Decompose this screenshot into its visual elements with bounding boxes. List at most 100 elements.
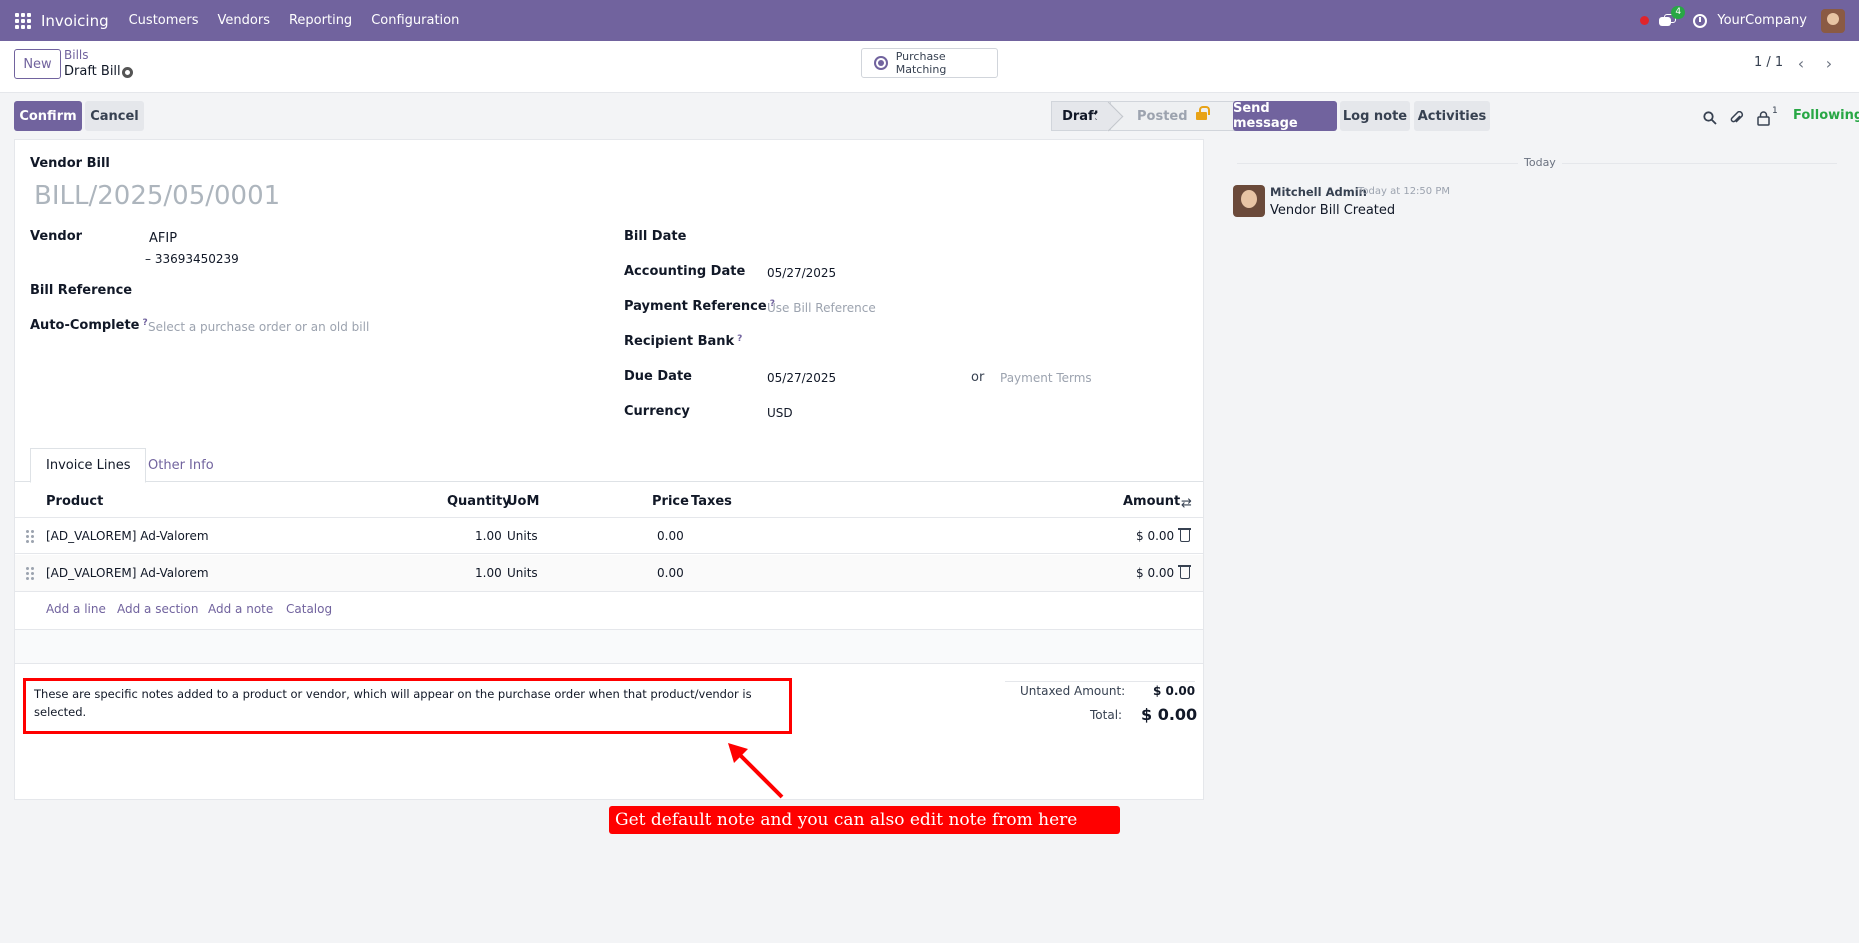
column-amount[interactable]: Amount bbox=[1123, 494, 1180, 509]
currency-field[interactable]: USD bbox=[767, 406, 793, 420]
form-sheet: Vendor Bill BILL/2025/05/0001 Vendor AFI… bbox=[14, 139, 1204, 800]
search-icon[interactable] bbox=[1703, 111, 1717, 125]
followers-lock-icon[interactable] bbox=[1757, 111, 1770, 126]
bill-name: BILL/2025/05/0001 bbox=[34, 181, 281, 211]
annotation-arrow-icon bbox=[728, 743, 784, 799]
add-note-link[interactable]: Add a note bbox=[208, 602, 273, 616]
tab-invoice-lines[interactable]: Invoice Lines bbox=[30, 448, 147, 483]
vendor-vat: – 33693450239 bbox=[145, 252, 239, 266]
follower-count: 1 bbox=[1772, 106, 1778, 116]
list-footer bbox=[15, 629, 1203, 664]
column-quantity[interactable]: Quantity bbox=[447, 494, 511, 509]
payment-terms-input[interactable]: Payment Terms bbox=[1000, 371, 1092, 385]
app-name[interactable]: Invoicing bbox=[41, 12, 109, 30]
accounting-date-field[interactable]: 05/27/2025 bbox=[767, 266, 836, 280]
row-product[interactable]: [AD_VALOREM] Ad-Valorem bbox=[46, 566, 209, 580]
purchase-matching-button[interactable]: Purchase Matching bbox=[861, 48, 998, 78]
catalog-link[interactable]: Catalog bbox=[286, 602, 332, 616]
user-avatar[interactable] bbox=[1821, 8, 1845, 33]
gear-icon[interactable] bbox=[122, 67, 133, 78]
row-uom[interactable]: Units bbox=[507, 529, 538, 543]
drag-handle-icon[interactable] bbox=[26, 530, 34, 543]
menu-configuration[interactable]: Configuration bbox=[371, 13, 459, 28]
top-navbar: Invoicing Customers Vendors Reporting Co… bbox=[0, 0, 1859, 41]
control-panel: New Bills Draft Bill Purchase Matching 1… bbox=[0, 41, 1859, 93]
cancel-button[interactable]: Cancel bbox=[85, 101, 144, 131]
apps-menu-icon[interactable] bbox=[15, 12, 31, 29]
status-draft[interactable]: Draft bbox=[1051, 101, 1111, 131]
paperclip-icon[interactable] bbox=[1730, 111, 1744, 126]
total-value: $ 0.00 bbox=[1141, 705, 1198, 724]
add-line-link[interactable]: Add a line bbox=[46, 602, 106, 616]
activities-button[interactable]: Activities bbox=[1414, 101, 1490, 131]
pager-next-icon[interactable]: › bbox=[1816, 50, 1842, 76]
avatar[interactable] bbox=[1233, 185, 1265, 217]
message-body: Vendor Bill Created bbox=[1270, 203, 1396, 218]
activities-clock-icon[interactable] bbox=[1693, 13, 1708, 28]
help-icon[interactable]: ? bbox=[737, 334, 742, 344]
due-date-label: Due Date bbox=[624, 369, 692, 384]
totals-divider bbox=[1005, 681, 1195, 682]
menu-vendors[interactable]: Vendors bbox=[218, 13, 270, 28]
target-icon bbox=[874, 56, 888, 70]
optional-columns-icon[interactable]: ⇄ bbox=[1181, 496, 1195, 511]
message-author[interactable]: Mitchell Admin bbox=[1270, 185, 1367, 199]
messages-icon[interactable]: 4 bbox=[1659, 5, 1686, 28]
payment-reference-input[interactable]: Use Bill Reference bbox=[767, 301, 876, 315]
message-timestamp: Today at 12:50 PM bbox=[1358, 186, 1450, 197]
purchase-matching-label: Purchase Matching bbox=[895, 50, 947, 76]
row-amount: $ 0.00 bbox=[1136, 566, 1175, 580]
company-switcher[interactable]: YourCompany bbox=[1717, 13, 1807, 28]
currency-label: Currency bbox=[624, 404, 690, 419]
row-price[interactable]: 0.00 bbox=[657, 529, 684, 543]
menu-customers[interactable]: Customers bbox=[129, 13, 199, 28]
messages-count-badge: 4 bbox=[1671, 5, 1686, 19]
row-amount: $ 0.00 bbox=[1136, 529, 1175, 543]
vendor-field[interactable]: AFIP bbox=[149, 231, 177, 246]
recipient-bank-label: Recipient Bank? bbox=[624, 334, 743, 349]
row-quantity[interactable]: 1.00 bbox=[475, 566, 502, 580]
confirm-button[interactable]: Confirm bbox=[14, 101, 82, 131]
column-taxes[interactable]: Taxes bbox=[691, 494, 732, 509]
following-button[interactable]: Following bbox=[1793, 108, 1859, 123]
row-price[interactable]: 0.00 bbox=[657, 566, 684, 580]
notebook-tabs: Invoice Lines Other Info bbox=[15, 448, 1203, 483]
column-product[interactable]: Product bbox=[46, 494, 103, 509]
due-date-field[interactable]: 05/27/2025 bbox=[767, 371, 836, 385]
log-note-button[interactable]: Log note bbox=[1340, 101, 1410, 131]
row-uom[interactable]: Units bbox=[507, 566, 538, 580]
accounting-date-label: Accounting Date bbox=[624, 264, 746, 279]
send-message-button[interactable]: Send message bbox=[1233, 101, 1337, 131]
new-button[interactable]: New bbox=[14, 49, 61, 79]
auto-complete-input[interactable]: Select a purchase order or an old bill bbox=[148, 320, 369, 334]
terms-notes-field[interactable]: These are specific notes added to a prod… bbox=[23, 678, 792, 734]
pager-value[interactable]: 1 / 1 bbox=[1754, 55, 1783, 70]
lock-icon bbox=[1195, 106, 1210, 120]
trash-icon[interactable] bbox=[1178, 565, 1191, 579]
drag-handle-icon[interactable] bbox=[26, 567, 34, 580]
document-type-label: Vendor Bill bbox=[30, 156, 110, 171]
column-price[interactable]: Price bbox=[652, 494, 689, 509]
untaxed-amount-label: Untaxed Amount: bbox=[1020, 684, 1126, 698]
table-row[interactable]: [AD_VALOREM] Ad-Valorem 1.00 Units 0.00 … bbox=[15, 555, 1203, 592]
date-divider-label: Today bbox=[1518, 156, 1562, 169]
breadcrumb-current: Draft Bill bbox=[64, 64, 121, 79]
bill-date-label: Bill Date bbox=[624, 229, 687, 244]
table-row[interactable]: [AD_VALOREM] Ad-Valorem 1.00 Units 0.00 … bbox=[15, 517, 1203, 554]
or-text: or bbox=[971, 370, 985, 385]
payment-reference-label: Payment Reference? bbox=[624, 299, 775, 314]
pager-previous-icon[interactable]: ‹ bbox=[1788, 50, 1814, 76]
help-icon[interactable]: ? bbox=[142, 318, 147, 328]
tab-other-info[interactable]: Other Info bbox=[133, 448, 229, 483]
column-uom[interactable]: UoM bbox=[507, 494, 539, 509]
menu-reporting[interactable]: Reporting bbox=[289, 13, 352, 28]
total-label: Total: bbox=[1090, 708, 1123, 722]
recording-indicator-icon[interactable] bbox=[1640, 16, 1650, 25]
vendor-label: Vendor bbox=[30, 229, 83, 244]
add-section-link[interactable]: Add a section bbox=[117, 602, 198, 616]
auto-complete-label: Auto-Complete? bbox=[30, 318, 148, 333]
row-quantity[interactable]: 1.00 bbox=[475, 529, 502, 543]
row-product[interactable]: [AD_VALOREM] Ad-Valorem bbox=[46, 529, 209, 543]
breadcrumb-bills[interactable]: Bills bbox=[64, 48, 89, 62]
trash-icon[interactable] bbox=[1178, 528, 1191, 542]
